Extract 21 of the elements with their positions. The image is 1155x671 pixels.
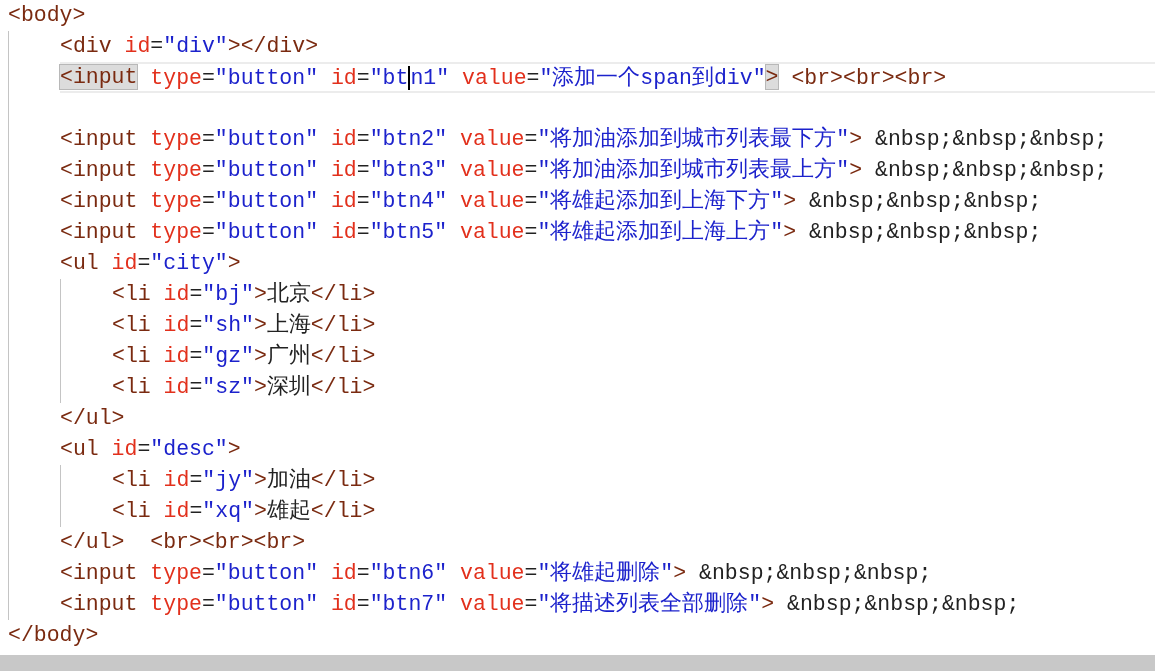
code-line: <input type="button" id="btn6" value="将雄起删除"> &nbsp;&nbsp;&nbsp;: [60, 562, 932, 585]
code-line: <li id="bj">北京</li>: [112, 283, 376, 306]
code-line: <li id="sz">深圳</li>: [112, 376, 376, 399]
code-line: <input type="button" id="btn7" value="将描述列表全部删除"> &nbsp;&nbsp;&nbsp;: [60, 593, 1020, 616]
code-line: <input type="button" id="btn4" value="将雄起添加到上海下方"> &nbsp;&nbsp;&nbsp;: [60, 190, 1042, 213]
code-line: </body>: [8, 624, 99, 647]
code-line: <input type="button" id="btn2" value="将加油添加到城市列表最下方"> &nbsp;&nbsp;&nbsp;: [60, 128, 1108, 151]
code-line: <input type="button" id="bt n1" value="添加一个span到div"> <br><br><br>: [60, 65, 947, 90]
code-line: <div id="div"></div>: [60, 35, 319, 58]
code-line: <li id="sh">上海</li>: [112, 314, 376, 337]
code-line: <body>: [8, 4, 86, 27]
code-line: <ul id="desc">: [60, 438, 241, 461]
scrollbar[interactable]: [0, 655, 1155, 671]
code-line: <ul id="city">: [60, 252, 241, 275]
code-line: <li id="xq">雄起</li>: [112, 500, 376, 523]
code-line: <input type="button" id="btn5" value="将雄起添加到上海上方"> &nbsp;&nbsp;&nbsp;: [60, 221, 1042, 244]
code-line: <li id="gz">广州</li>: [112, 345, 376, 368]
code-line: </ul> <br><br><br>: [60, 531, 306, 554]
code-line: <li id="jy">加油</li>: [112, 469, 376, 492]
code-line: <input type="button" id="btn3" value="将加油添加到城市列表最上方"> &nbsp;&nbsp;&nbsp;: [60, 159, 1108, 182]
code-line: </ul>: [60, 407, 125, 430]
